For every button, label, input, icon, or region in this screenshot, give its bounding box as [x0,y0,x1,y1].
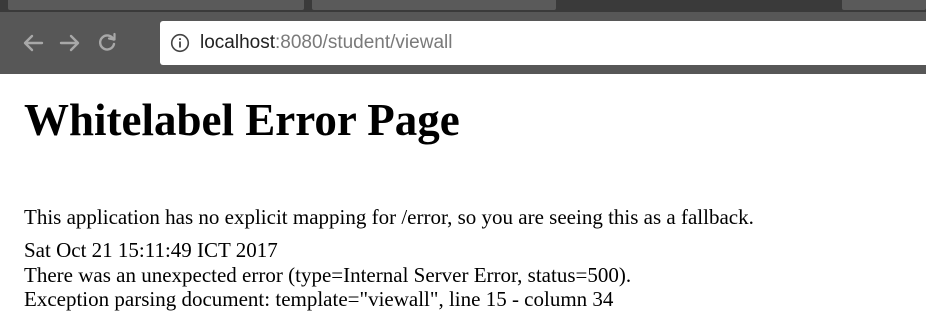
info-icon[interactable] [170,33,190,53]
browser-tab[interactable] [8,0,304,10]
error-details: Sat Oct 21 15:11:49 ICT 2017 There was a… [24,238,631,312]
error-timestamp: Sat Oct 21 15:11:49 ICT 2017 [24,238,278,262]
exception-line: Exception parsing document: template="vi… [24,287,614,311]
tab-strip [0,0,926,12]
url-path: :8080/student/viewall [275,32,453,53]
page-title: Whitelabel Error Page [24,95,460,145]
error-type-line: There was an unexpected error (type=Inte… [24,262,632,287]
url-host: localhost [200,32,275,53]
reload-button[interactable] [92,26,122,60]
browser-tab[interactable] [312,0,556,10]
back-button[interactable] [18,26,48,60]
forward-button[interactable] [55,26,85,60]
url-text[interactable]: localhost:8080/student/viewall [200,31,452,55]
browser-tab[interactable] [842,0,926,10]
back-arrow-icon [23,34,44,52]
forward-arrow-icon [59,34,80,52]
reload-icon [99,32,116,51]
error-message: This application has no explicit mapping… [24,205,754,229]
browser-toolbar: localhost:8080/student/viewall [0,12,926,74]
address-bar[interactable]: localhost:8080/student/viewall [160,21,926,65]
